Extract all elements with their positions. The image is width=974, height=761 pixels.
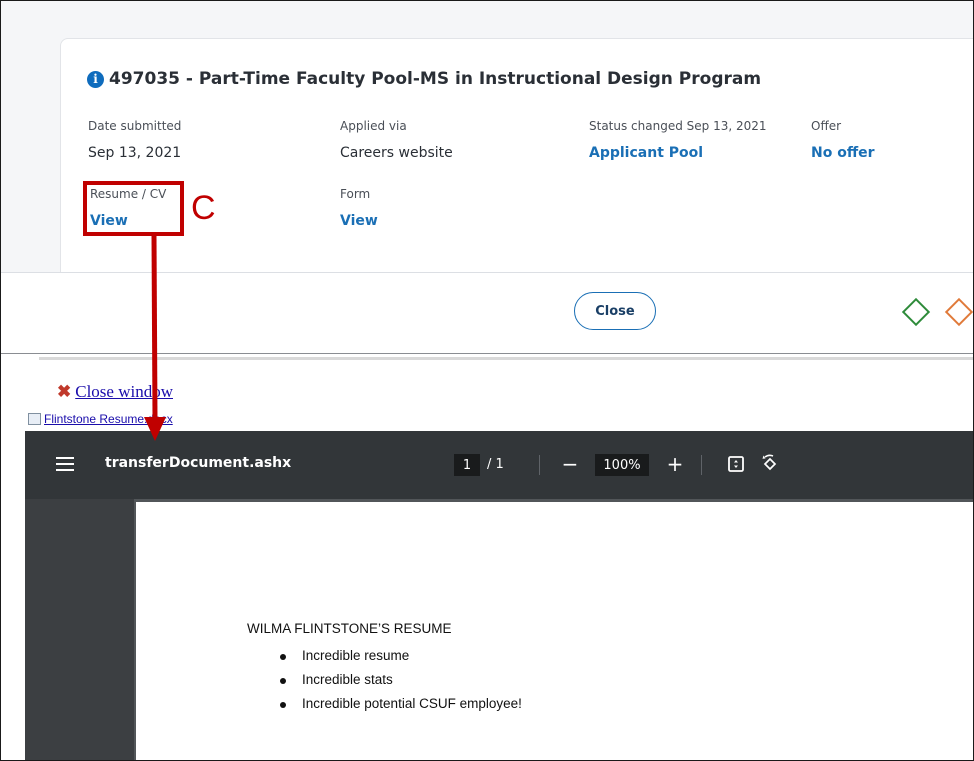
list-item: Incredible resume — [278, 648, 522, 672]
document-bullets: Incredible resume Incredible stats Incre… — [278, 648, 522, 720]
application-panel: i 497035 - Part-Time Faculty Pool-MS in … — [1, 1, 973, 354]
pdf-sidebar — [25, 499, 134, 760]
pdf-page: WILMA FLINTSTONE’S RESUME Incredible res… — [136, 502, 973, 760]
file-icon — [28, 413, 41, 425]
date-submitted-label: Date submitted — [88, 119, 182, 133]
pdf-title: transferDocument.ashx — [105, 455, 292, 471]
zoom-input[interactable]: 100% — [595, 454, 649, 476]
fit-page-icon[interactable] — [723, 451, 749, 477]
diamond-icon[interactable] — [944, 297, 973, 327]
zoom-out-button[interactable]: − — [557, 451, 583, 477]
toolbar-separator — [539, 455, 540, 475]
diamond-icon[interactable] — [901, 297, 931, 327]
file-link[interactable]: Flintstone Resume.docx — [28, 412, 173, 426]
job-title-text: 497035 - Part-Time Faculty Pool-MS in In… — [109, 69, 762, 89]
applied-via-value: Careers website — [340, 145, 453, 161]
status-label: Status changed Sep 13, 2021 — [589, 119, 767, 133]
file-link-text[interactable]: Flintstone Resume.docx — [44, 412, 173, 426]
close-x-icon: ✖ — [57, 382, 72, 401]
offer-link[interactable]: No offer — [811, 145, 875, 161]
close-window-text[interactable]: Close window — [75, 382, 173, 402]
menu-icon[interactable] — [56, 457, 74, 472]
dialog-footer: Close — [1, 272, 973, 354]
divider — [39, 357, 973, 360]
application-card: i 497035 - Part-Time Faculty Pool-MS in … — [60, 38, 973, 280]
document-heading: WILMA FLINTSTONE’S RESUME — [247, 621, 452, 636]
pdf-toolbar: transferDocument.ashx 1 / 1 − 100% + — [25, 431, 973, 499]
rotate-icon[interactable] — [757, 451, 783, 477]
info-icon[interactable]: i — [87, 70, 104, 88]
field-resume: Resume / CV View — [90, 187, 166, 229]
list-item: Incredible potential CSUF employee! — [278, 696, 522, 720]
zoom-in-button[interactable]: + — [662, 451, 688, 477]
close-button[interactable]: Close — [574, 292, 656, 330]
resume-view-link[interactable]: View — [90, 213, 166, 229]
field-status: Status changed Sep 13, 2021 Applicant Po… — [589, 119, 767, 161]
field-applied-via: Applied via Careers website — [340, 119, 453, 161]
form-view-link[interactable]: View — [340, 213, 378, 229]
screenshot-frame: i 497035 - Part-Time Faculty Pool-MS in … — [0, 0, 974, 761]
applied-via-label: Applied via — [340, 119, 407, 133]
date-submitted-value: Sep 13, 2021 — [88, 145, 182, 161]
field-offer: Offer No offer — [811, 119, 875, 161]
close-window-link[interactable]: ✖ Close window — [57, 382, 173, 402]
offer-label: Offer — [811, 119, 842, 133]
toolbar-separator — [701, 455, 702, 475]
page-total: / 1 — [487, 457, 504, 472]
status-link[interactable]: Applicant Pool — [589, 145, 767, 161]
field-date-submitted: Date submitted Sep 13, 2021 — [88, 119, 181, 161]
form-label: Form — [340, 187, 371, 201]
field-form: Form View — [340, 187, 378, 229]
pdf-body: WILMA FLINTSTONE’S RESUME Incredible res… — [25, 499, 973, 760]
annotation-letter: C — [191, 189, 216, 227]
list-item: Incredible stats — [278, 672, 522, 696]
resume-label: Resume / CV — [90, 187, 167, 201]
page-number-input[interactable]: 1 — [454, 454, 480, 476]
job-title: i 497035 - Part-Time Faculty Pool-MS in … — [87, 69, 761, 89]
